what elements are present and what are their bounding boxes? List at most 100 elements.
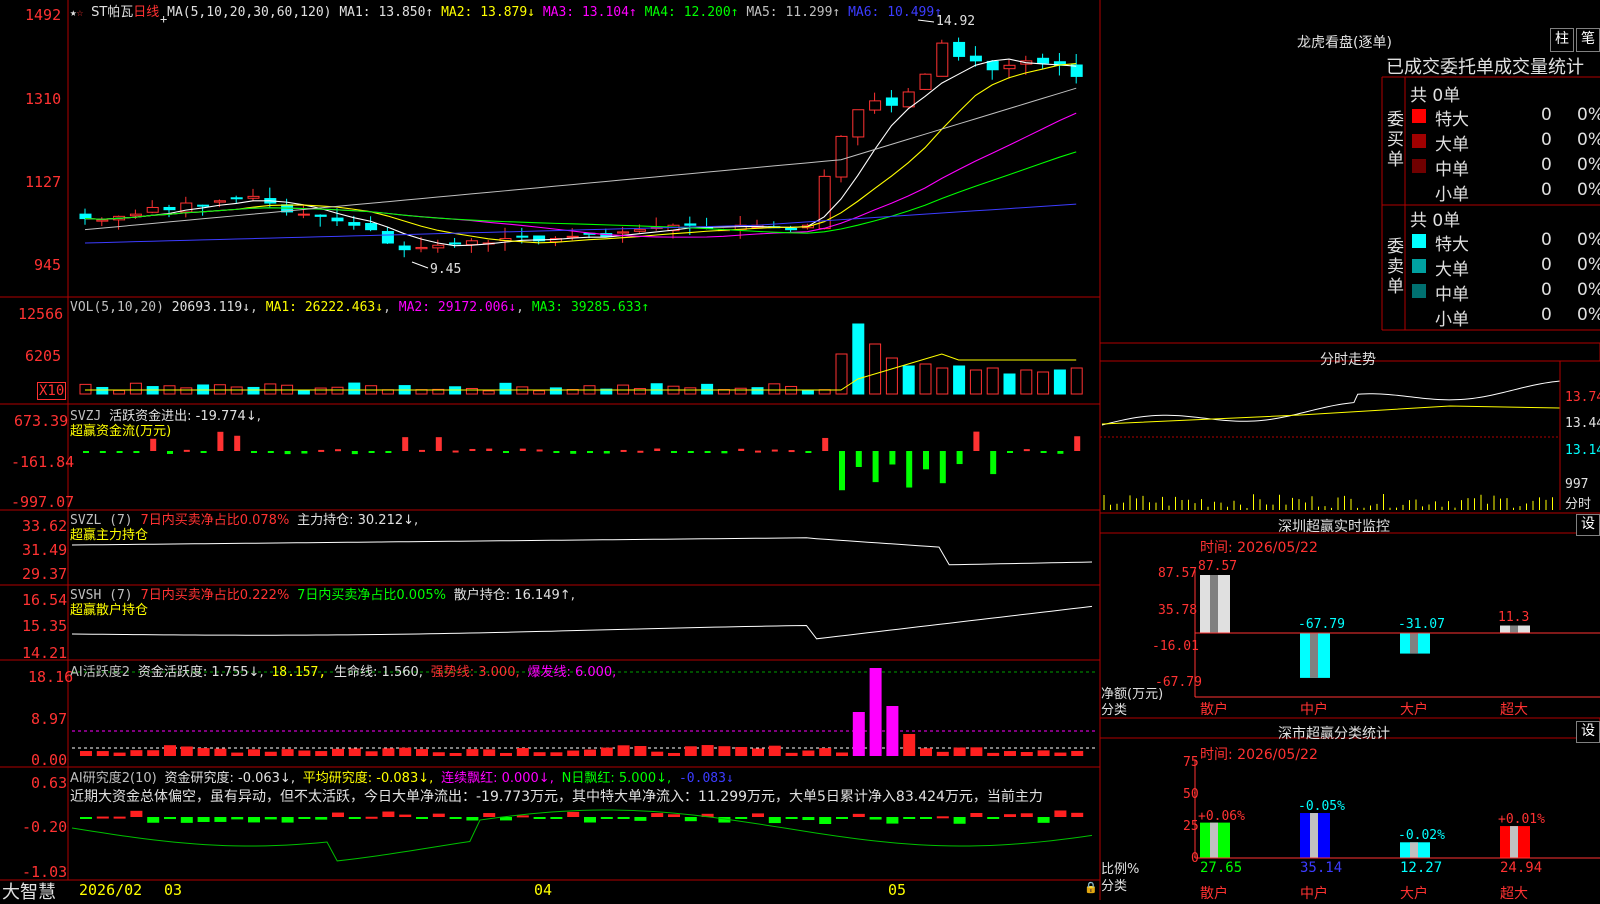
main-chart-canvas[interactable] [0,0,1600,900]
activity-bar [483,749,496,756]
candle-body [247,195,260,199]
flow-bar [587,451,593,454]
lock-icon[interactable]: 🔒 [1084,881,1098,894]
ai3-axis-label: 0.63 [31,774,68,792]
classify-bar-delta: -0.05% [1298,799,1345,815]
order-color-swatch [1412,184,1426,198]
research-bar [315,817,328,820]
candle-body [129,213,142,217]
flow-bar [990,451,997,475]
activity-bar [970,747,983,756]
classify-category-label: 超大 [1500,886,1528,902]
order-row-v: 0 [1541,130,1552,150]
activity-bar [936,751,949,756]
svsh-ratio2: 7日内买卖净占比0.005% [297,588,446,603]
classify-category-label: 中户 [1300,886,1328,902]
research-bar [248,817,260,823]
order-row-name: 中单 [1435,285,1469,305]
holding-line [71,605,1093,640]
research-bar [768,817,781,824]
vol-axis-label: 6205 [25,347,62,365]
volume-bar [751,387,764,395]
order-stats-title: 已成交委托单成交量统计 [1386,57,1584,78]
star-icon: ☆ [76,6,84,19]
monitor-xlabel: 分类 [1101,703,1128,718]
candle-body [902,91,915,108]
research-bar [348,817,361,819]
activity-bar [668,752,680,756]
svzj-axis-label: 673.39 [14,412,69,430]
candle-body [1070,64,1083,77]
flow-bar [889,451,896,465]
volume-bar [768,383,781,395]
candle-body [516,235,529,238]
ai3-axis-label: -0.20 [22,818,68,836]
candle-body [953,41,966,57]
activity-bar [382,748,395,756]
tick-view-button[interactable]: 笔 [1576,28,1600,52]
svzl-subtitle: 超赢主力持仓 [70,528,149,543]
candle-body [197,204,210,207]
ai3-research: 资金研究度: -0.063↓, [164,771,295,786]
flow-bar [402,437,409,451]
svzj-axis-label: -161.84 [11,453,75,471]
svsh-subtitle: 超赢散户持仓 [70,603,149,618]
activity-bar [164,745,176,756]
order-row-name: 大单 [1435,135,1469,155]
volume-bar [314,387,327,395]
flow-bar [956,451,963,465]
classify-bar-value: 24.94 [1500,860,1543,876]
column-view-button[interactable]: 柱 [1550,28,1574,52]
volume-bar [969,369,982,395]
activity-bar [903,734,916,756]
order-row-p: 0% [1577,180,1600,200]
research-bar [584,817,596,823]
ai2-label: AI活跃度2 [70,665,130,680]
candle-body [684,223,697,226]
activity-bar [802,750,815,756]
candle-body [835,135,848,178]
candle-body [79,213,92,220]
flow-bar [704,451,711,453]
classify-axis-label: 0 [1191,851,1199,866]
volume-bar [533,390,546,395]
monitor-axis-label: 35.78 [1158,603,1198,618]
flow-bar [620,449,627,452]
volume-bar [1037,371,1050,395]
flow-bar [318,449,325,452]
flow-bar [1023,449,1030,452]
candle-body [885,97,898,106]
sell-total: 共 0单 [1410,211,1461,231]
monitor-settings-button[interactable]: 设 [1576,514,1600,536]
ma-line [84,87,1077,231]
volume-bar [1070,367,1083,395]
flow-bar [1074,436,1081,451]
activity-bar [1004,751,1016,756]
vol-value: 20693.119↓ [171,300,251,315]
classify-category-label: 散户 [1200,886,1228,902]
crosshair-icon: + [160,12,168,26]
research-bar [869,817,882,820]
order-color-swatch [1412,284,1426,298]
vol-ma1: MA1: 26222.463↓ [265,300,384,315]
research-bar [852,813,865,817]
period-label[interactable]: 日线 [133,5,159,20]
monitor-bar-value: 87.57 [1198,559,1238,574]
activity-bar [567,750,580,756]
classify-settings-button[interactable]: 设 [1576,721,1600,743]
order-row-v: 0 [1541,255,1552,275]
flow-bar [637,450,644,453]
activity-bar [500,752,512,756]
research-bar [1004,814,1016,817]
ai2-axis-label: 0.00 [31,751,68,769]
classify-bar-value: 35.14 [1300,860,1343,876]
volume-bar [213,384,226,395]
flow-bar [1057,451,1064,454]
activity-bar [651,751,664,756]
order-row-v: 0 [1541,155,1552,175]
research-bar [298,817,311,819]
stock-name[interactable]: ST帕瓦 [91,5,133,20]
vol-ma2: MA2: 29172.006↓ [398,300,517,315]
flow-bar [234,435,241,451]
low-price-marker: 9.45 [430,262,462,277]
